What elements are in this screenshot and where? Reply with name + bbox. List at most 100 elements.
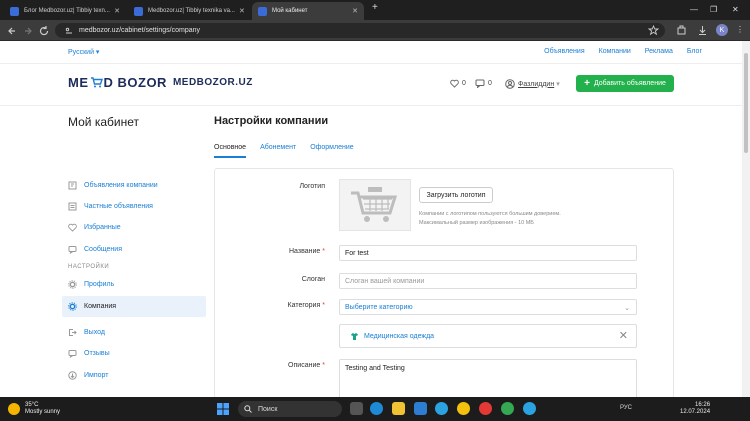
messages-counter[interactable]: 0 xyxy=(475,79,492,88)
top-link-blog[interactable]: Блог xyxy=(687,48,702,55)
close-icon[interactable]: ✕ xyxy=(235,7,245,15)
sidebar-item-logout[interactable]: Выход xyxy=(62,322,206,343)
slogan-label-text: Слоган xyxy=(301,276,325,283)
close-icon[interactable]: ✕ xyxy=(348,7,358,15)
task-view-icon[interactable] xyxy=(350,402,363,415)
category-chip: Медицинская одежда ✕ xyxy=(339,324,637,348)
top-link-advertising[interactable]: Реклама xyxy=(645,48,673,55)
tab-appearance[interactable]: Оформление xyxy=(310,138,353,158)
sidebar-item-label: Сообщения xyxy=(84,246,122,253)
slogan-input[interactable]: Слоган вашей компании xyxy=(339,273,637,289)
menu-icon[interactable]: ⋮ xyxy=(736,25,744,34)
user-icon xyxy=(505,79,515,89)
description-textarea[interactable]: Testing and Testing xyxy=(339,359,637,397)
browser-tab-title: Блог Medbozor.uz| Tibbiy texn... xyxy=(24,8,110,14)
sidebar-item-profile[interactable]: Профиль xyxy=(62,274,206,295)
description-label-text: Описание xyxy=(288,362,321,369)
sidebar-title: Мой кабинет xyxy=(68,115,140,129)
downloads-icon[interactable] xyxy=(697,25,708,36)
url-field[interactable]: medbozor.uz/cabinet/settings/company xyxy=(55,23,665,38)
close-icon[interactable]: ✕ xyxy=(619,331,628,342)
restore-icon[interactable]: ❐ xyxy=(710,5,717,14)
sidebar-item-label: Компания xyxy=(84,303,117,310)
heart-icon xyxy=(68,223,77,232)
system-clock[interactable]: 16:26 12.07.2024 xyxy=(680,402,710,416)
sun-icon xyxy=(8,403,20,415)
company-settings-form: Логотип Загрузить логотип Компании с лог… xyxy=(214,168,674,397)
sidebar-item-messages[interactable]: Сообщения xyxy=(62,239,206,260)
tray-language[interactable]: РУС xyxy=(620,405,632,411)
telegram-icon[interactable] xyxy=(523,402,536,415)
sidebar-item-reviews[interactable]: Отзывы xyxy=(62,343,206,364)
sidebar-item-company[interactable]: Компания xyxy=(62,296,206,317)
weather-desc: Mostly sunny xyxy=(25,409,61,415)
taskbar-search[interactable]: Поиск xyxy=(238,401,342,417)
scrollbar-thumb[interactable] xyxy=(744,53,748,153)
forward-icon[interactable] xyxy=(22,25,34,37)
name-label: Название * xyxy=(215,248,325,255)
category-select[interactable]: Выберите категорию ⌄ xyxy=(339,299,637,315)
top-link-ads[interactable]: Объявления xyxy=(544,48,585,55)
browser-tab-title: Medbozor.uz| Tibbiy texnika va... xyxy=(148,8,235,14)
tab-subscription[interactable]: Абонемент xyxy=(260,138,296,158)
extensions-icon[interactable] xyxy=(676,25,687,36)
user-menu[interactable]: Фазлиддин ▾ xyxy=(505,79,560,89)
company-name-value: For test xyxy=(345,249,369,257)
star-icon[interactable] xyxy=(648,25,659,36)
chrome-icon[interactable] xyxy=(501,402,514,415)
favorites-counter[interactable]: 0 xyxy=(450,79,466,88)
mail-icon[interactable] xyxy=(414,402,427,415)
tab-general[interactable]: Основное xyxy=(214,138,247,158)
sidebar-item-label: Отзывы xyxy=(84,350,110,357)
browser-tab-active[interactable]: Мой кабинет ✕ xyxy=(252,2,364,20)
site-logo[interactable]: ME D BOZOR MEDBOZOR.UZ xyxy=(68,75,253,90)
close-window-icon[interactable]: ✕ xyxy=(732,5,739,14)
gear-icon xyxy=(68,280,77,289)
page-viewport: Русский ▾ Объявления Компании Реклама Бл… xyxy=(0,41,742,397)
sidebar-item-private-ads[interactable]: Частные объявления xyxy=(62,196,206,217)
browser-tab[interactable]: Medbozor.uz| Tibbiy texnika va... ✕ xyxy=(128,2,250,20)
sidebar-item-label: Импорт xyxy=(84,372,109,379)
language-selector[interactable]: Русский ▾ xyxy=(68,48,99,56)
back-icon[interactable] xyxy=(6,25,18,37)
reload-icon[interactable] xyxy=(38,25,50,37)
chevron-down-icon: ▾ xyxy=(556,81,560,88)
sidebar-item-label: Частные объявления xyxy=(84,203,153,210)
settings-tabs: Основное Абонемент Оформление xyxy=(214,138,674,158)
page-scrollbar[interactable] xyxy=(742,41,750,397)
app-icon[interactable] xyxy=(457,402,470,415)
close-icon[interactable]: ✕ xyxy=(110,7,120,15)
category-label-text: Категория xyxy=(287,302,321,309)
company-name-field[interactable]: For test xyxy=(339,245,637,261)
file-explorer-icon[interactable] xyxy=(392,402,405,415)
top-link-companies[interactable]: Компании xyxy=(599,48,631,55)
chevron-down-icon: ⌄ xyxy=(624,305,630,312)
logo-preview[interactable] xyxy=(339,179,411,231)
sidebar-item-favorites[interactable]: Избранные xyxy=(62,217,206,238)
profile-avatar[interactable]: K xyxy=(716,24,728,36)
edge-icon[interactable] xyxy=(370,402,383,415)
site-info-icon[interactable] xyxy=(65,27,73,35)
sidebar-item-import[interactable]: Импорт xyxy=(62,365,206,386)
clock-date: 12.07.2024 xyxy=(680,409,711,415)
list-icon xyxy=(68,202,77,211)
logo-label: Логотип xyxy=(215,183,325,190)
new-tab-button[interactable]: + xyxy=(372,2,378,13)
sidebar-item-label: Выход xyxy=(84,329,105,336)
slogan-label: Слоган xyxy=(215,276,325,283)
heart-icon xyxy=(450,79,459,88)
yandex-icon[interactable] xyxy=(479,402,492,415)
messages-count: 0 xyxy=(488,80,492,87)
upload-logo-button[interactable]: Загрузить логотип xyxy=(419,187,493,203)
browser-tab[interactable]: Блог Medbozor.uz| Tibbiy texn... ✕ xyxy=(4,2,126,20)
sidebar-item-company-ads[interactable]: Объявления компании xyxy=(62,175,206,196)
telegram-icon[interactable] xyxy=(435,402,448,415)
add-listing-label: Добавить объявление xyxy=(593,80,666,87)
minimize-icon[interactable]: — xyxy=(690,5,698,14)
add-listing-button[interactable]: + Добавить объявление xyxy=(576,75,674,92)
address-bar-row: medbozor.uz/cabinet/settings/company K ⋮ xyxy=(0,20,750,41)
required-mark: * xyxy=(322,362,325,369)
windows-start-icon[interactable] xyxy=(216,402,230,416)
sidebar-item-label: Избранные xyxy=(84,224,121,231)
weather-widget[interactable]: 35°C Mostly sunny xyxy=(8,402,60,416)
